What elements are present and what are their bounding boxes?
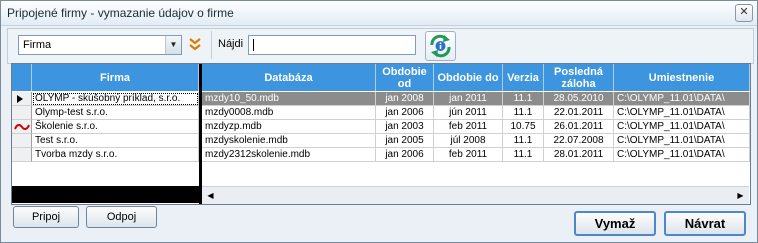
cell-firma[interactable]: Test s.r.o. bbox=[32, 134, 199, 148]
frozen-scroll-area bbox=[12, 186, 199, 203]
row-indicator bbox=[12, 120, 32, 134]
dialog-window: Pripojené firmy - vymazanie údajov o fir… bbox=[0, 0, 758, 243]
row-indicator bbox=[12, 92, 32, 106]
cell-databaza[interactable]: mzdyzp.mdb bbox=[202, 120, 376, 134]
title-bar: Pripojené firmy - vymazanie údajov o fir… bbox=[1, 1, 757, 26]
table-row[interactable]: Olymp-test s.r.o. mzdy0008.mdb jan 2006 … bbox=[12, 106, 750, 120]
cell-obdobie-do[interactable]: jan 2011 bbox=[434, 92, 503, 106]
cell-obdobie-od[interactable]: jan 2008 bbox=[376, 92, 434, 106]
search-field-combo[interactable]: Firma ▼ bbox=[18, 35, 182, 55]
pripoj-button[interactable]: Pripoj bbox=[13, 206, 79, 228]
table-row[interactable]: Tvorba mzdy s.r.o. mzdy2312skolenie.mdb … bbox=[12, 148, 750, 162]
cell-obdobie-do[interactable]: feb 2011 bbox=[434, 148, 503, 162]
search-toolbar: Firma ▼ Nájdi bbox=[7, 28, 754, 64]
cell-firma[interactable]: Olymp-test s.r.o. bbox=[32, 106, 199, 120]
warning-wave-icon bbox=[14, 123, 30, 131]
cell-umiestnenie[interactable]: C:\OLYMP_11.01\DATA\ bbox=[614, 148, 750, 162]
cell-firma[interactable]: Školenie s.r.o. bbox=[32, 120, 199, 134]
cell-firma[interactable]: Tvorba mzdy s.r.o. bbox=[32, 148, 199, 162]
cell-obdobie-do[interactable]: feb 2011 bbox=[434, 120, 503, 134]
double-chevron-down-icon[interactable] bbox=[188, 36, 202, 52]
cell-posledna-zaloha[interactable]: 22.01.2011 bbox=[544, 106, 614, 120]
column-header-umiestnenie[interactable]: Umiestnenie bbox=[614, 64, 750, 91]
scroll-left-arrow-icon[interactable]: ◀ bbox=[204, 189, 217, 202]
cell-obdobie-do[interactable]: júl 2008 bbox=[434, 134, 503, 148]
toolbar-separator bbox=[211, 31, 212, 59]
cell-obdobie-od[interactable]: jan 2006 bbox=[376, 148, 434, 162]
cell-verzia[interactable]: 10.75 bbox=[503, 120, 544, 134]
cell-obdobie-do[interactable]: jún 2011 bbox=[434, 106, 503, 120]
odpoj-button[interactable]: Odpoj bbox=[86, 206, 157, 228]
text-caret bbox=[253, 39, 254, 51]
cell-verzia[interactable]: 11.1 bbox=[503, 92, 544, 106]
cell-firma[interactable]: OLYMP - skúšobný príklad, s.r.o. bbox=[32, 92, 199, 106]
cell-umiestnenie[interactable]: C:\OLYMP_11.01\DATA\ bbox=[614, 106, 750, 120]
column-header-databaza[interactable]: Databáza bbox=[202, 64, 376, 91]
refresh-button[interactable] bbox=[425, 31, 456, 61]
frozen-column-divider[interactable] bbox=[199, 64, 202, 204]
cell-verzia[interactable]: 11.1 bbox=[503, 148, 544, 162]
combo-value: Firma bbox=[23, 39, 52, 51]
find-input[interactable] bbox=[248, 35, 416, 55]
cell-obdobie-od[interactable]: jan 2005 bbox=[376, 134, 434, 148]
row-indicator bbox=[12, 148, 32, 162]
column-header-verzia[interactable]: Verzia bbox=[503, 64, 544, 91]
scroll-right-arrow-icon[interactable]: ▶ bbox=[734, 189, 747, 202]
cell-umiestnenie[interactable]: C:\OLYMP_11.01\DATA\ bbox=[614, 92, 750, 106]
horizontal-scrollbar[interactable]: ◀ ▶ bbox=[202, 186, 749, 204]
table-row[interactable]: Školenie s.r.o. mzdyzp.mdb jan 2003 feb … bbox=[12, 120, 750, 134]
column-header-obdobie-od[interactable]: Obdobie od bbox=[376, 64, 434, 91]
cell-umiestnenie[interactable]: C:\OLYMP_11.01\DATA\ bbox=[614, 134, 750, 148]
table-row[interactable]: Test s.r.o. mzdyskolenie.mdb jan 2005 jú… bbox=[12, 134, 750, 148]
row-indicator bbox=[12, 106, 32, 120]
cell-verzia[interactable]: 11.1 bbox=[503, 134, 544, 148]
table-row[interactable]: OLYMP - skúšobný príklad, s.r.o. mzdy10_… bbox=[12, 92, 750, 106]
find-label: Nájdi bbox=[218, 38, 244, 50]
cell-verzia[interactable]: 11.1 bbox=[503, 106, 544, 120]
refresh-info-icon bbox=[430, 34, 451, 58]
cell-posledna-zaloha[interactable]: 28.05.2010 bbox=[544, 92, 614, 106]
header-indicator bbox=[12, 64, 32, 91]
companies-table[interactable]: Firma Databáza Obdobie od Obdobie do Ver… bbox=[11, 63, 751, 205]
column-header-posledna-zaloha[interactable]: Posledná záloha bbox=[544, 64, 614, 91]
cell-posledna-zaloha[interactable]: 28.01.2011 bbox=[544, 148, 614, 162]
cell-databaza[interactable]: mzdy2312skolenie.mdb bbox=[202, 148, 376, 162]
column-header-obdobie-do[interactable]: Obdobie do bbox=[434, 64, 503, 91]
window-title: Pripojené firmy - vymazanie údajov o fir… bbox=[7, 6, 234, 20]
cell-obdobie-od[interactable]: jan 2003 bbox=[376, 120, 434, 134]
cell-posledna-zaloha[interactable]: 26.01.2011 bbox=[544, 120, 614, 134]
cell-posledna-zaloha[interactable]: 22.07.2008 bbox=[544, 134, 614, 148]
close-button[interactable]: ✕ bbox=[735, 4, 753, 22]
cell-databaza[interactable]: mzdyskolenie.mdb bbox=[202, 134, 376, 148]
cell-databaza[interactable]: mzdy0008.mdb bbox=[202, 106, 376, 120]
current-row-arrow-icon bbox=[17, 95, 23, 103]
cell-obdobie-od[interactable]: jan 2006 bbox=[376, 106, 434, 120]
navrat-button[interactable]: Návrat bbox=[664, 211, 746, 236]
row-indicator bbox=[12, 134, 32, 148]
cell-databaza[interactable]: mzdy10_50.mdb bbox=[202, 92, 376, 106]
column-header-firma[interactable]: Firma bbox=[32, 64, 199, 91]
vymaz-button[interactable]: Vymaž bbox=[574, 211, 656, 236]
chevron-down-icon[interactable]: ▼ bbox=[165, 36, 181, 54]
cell-umiestnenie[interactable]: C:\OLYMP_11.01\DATA\ bbox=[614, 120, 750, 134]
